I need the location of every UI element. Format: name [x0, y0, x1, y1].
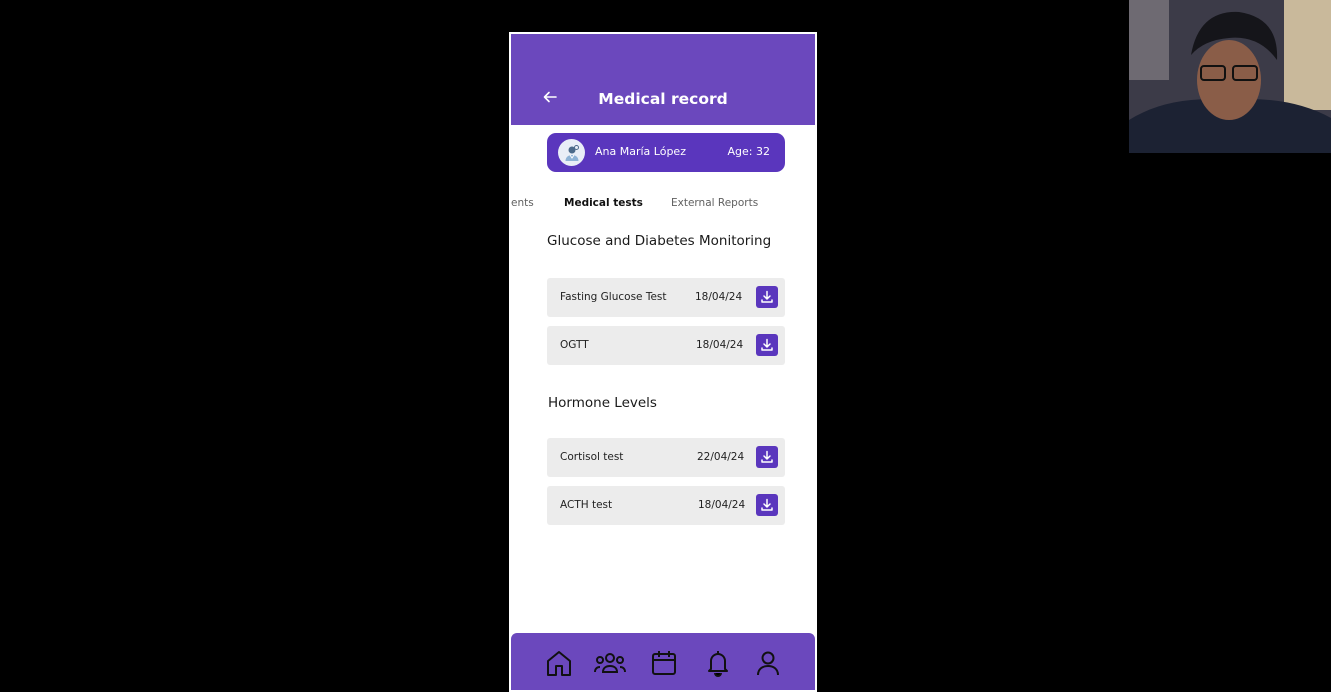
group-icon[interactable]	[593, 646, 627, 680]
section-title: Hormone Levels	[548, 395, 657, 411]
tab-bar: ents Medical tests External Reports	[511, 197, 815, 213]
home-icon[interactable]	[542, 646, 576, 680]
doctor-avatar-icon	[558, 139, 585, 166]
tab-external-reports[interactable]: External Reports	[671, 197, 758, 209]
test-date: 18/04/24	[696, 339, 744, 351]
tab-medical-tests[interactable]: Medical tests	[564, 197, 643, 209]
test-name: OGTT	[560, 339, 589, 351]
download-icon[interactable]	[756, 286, 778, 308]
calendar-icon[interactable]	[647, 646, 681, 680]
patient-age: Age: 32	[727, 145, 770, 158]
download-icon[interactable]	[756, 446, 778, 468]
test-date: 18/04/24	[695, 291, 743, 303]
test-date: 18/04/24	[698, 499, 746, 511]
test-row[interactable]: ACTH test 18/04/24	[547, 486, 785, 525]
test-date: 22/04/24	[697, 451, 745, 463]
download-icon[interactable]	[756, 334, 778, 356]
profile-icon[interactable]	[751, 646, 785, 680]
webcam-overlay	[1129, 0, 1331, 153]
patient-card: Ana María López Age: 32	[547, 133, 785, 172]
page-title: Medical record	[598, 90, 728, 108]
test-name: Cortisol test	[560, 451, 624, 463]
test-row[interactable]: Fasting Glucose Test 18/04/24	[547, 278, 785, 317]
test-name: ACTH test	[560, 499, 613, 511]
tab-treatments[interactable]: ents	[511, 197, 534, 209]
test-name: Fasting Glucose Test	[560, 291, 667, 303]
phone-screen: Medical record Ana María López Age: 32 e…	[509, 32, 817, 692]
download-icon[interactable]	[756, 494, 778, 516]
section-title: Glucose and Diabetes Monitoring	[547, 233, 772, 249]
app-bar: Medical record	[511, 34, 815, 125]
test-row[interactable]: Cortisol test 22/04/24	[547, 438, 785, 477]
patient-name: Ana María López	[595, 145, 686, 158]
test-row[interactable]: OGTT 18/04/24	[547, 326, 785, 365]
bottom-navigation	[511, 633, 815, 690]
bell-icon[interactable]	[701, 646, 735, 680]
